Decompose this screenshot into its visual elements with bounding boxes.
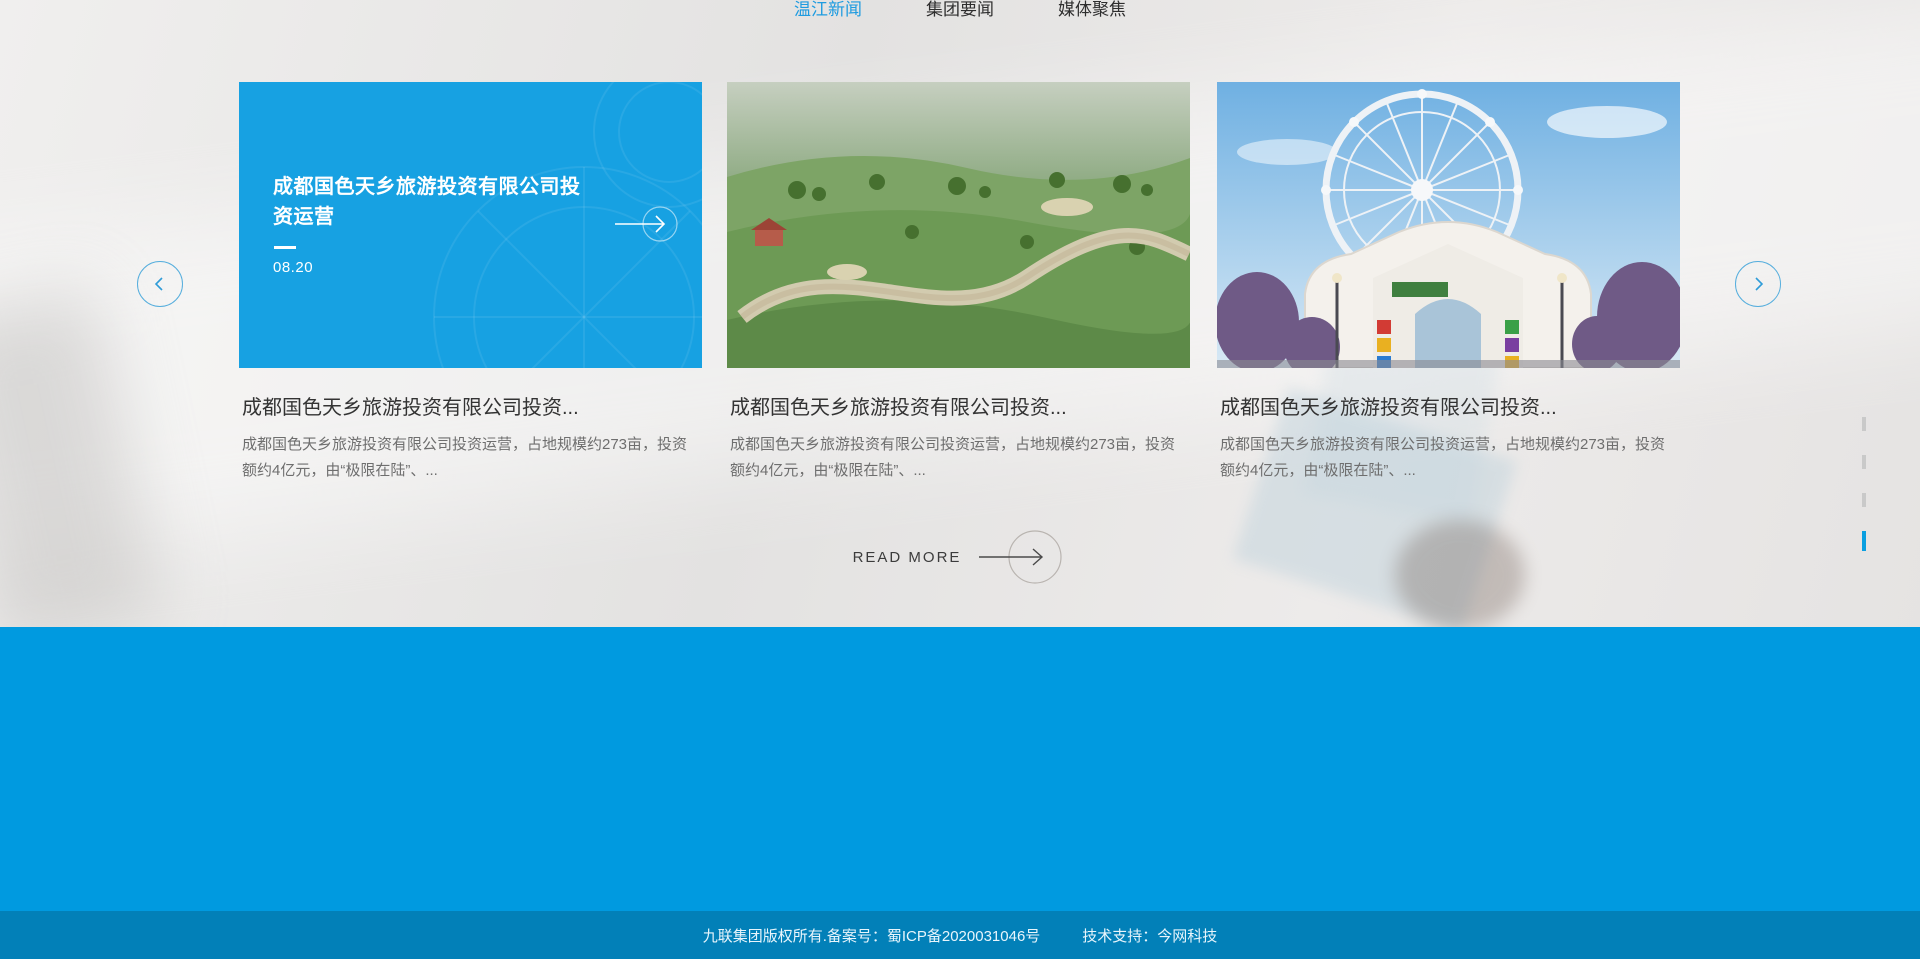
arrow-right-icon[interactable]	[597, 198, 689, 250]
footer: 24小时服务热线 028-00000000 电话：00000000000 邮箱：…	[0, 627, 1920, 911]
featured-card-media: 成都国色天乡旅游投资有限公司投资运营 08.20	[239, 82, 702, 368]
tab-wenjiang-news[interactable]: 温江新闻	[794, 0, 862, 23]
pagination-dash-4-active[interactable]	[1862, 531, 1866, 551]
news-card-photo-ferris-wheel	[1217, 82, 1680, 368]
arrow-right-icon	[971, 527, 1067, 587]
news-card-photo-golf-course	[727, 82, 1190, 368]
read-more-label: READ MORE	[853, 549, 962, 566]
carousel-prev-button[interactable]	[137, 261, 183, 307]
pagination-dash-3[interactable]	[1862, 493, 1866, 507]
background-shade	[0, 286, 163, 654]
tech-support-text: 技术支持：今网科技	[1082, 925, 1217, 946]
news-card[interactable]: 成都国色天乡旅游投资有限公司投资... 成都国色天乡旅游投资有限公司投资运营，占…	[1217, 82, 1680, 484]
chevron-left-icon	[152, 276, 168, 292]
carousel-pagination	[1862, 417, 1866, 551]
page: 温江新闻 集团要闻 媒体聚焦 成都国色天乡旅游投资有限公司投资运营	[0, 0, 1920, 959]
news-card[interactable]: 成都国色天乡旅游投资有限公司投资... 成都国色天乡旅游投资有限公司投资运营，占…	[727, 82, 1190, 484]
news-card-desc: 成都国色天乡旅游投资有限公司投资运营，占地规模约273亩，投资额约4亿元，由“极…	[1220, 432, 1675, 484]
pagination-dash-2[interactable]	[1862, 455, 1866, 469]
read-more-button[interactable]: READ MORE	[0, 527, 1920, 587]
news-card-featured[interactable]: 成都国色天乡旅游投资有限公司投资运营 08.20 成都国色天乡旅游投资有限公司投…	[239, 82, 702, 484]
news-card-title[interactable]: 成都国色天乡旅游投资有限公司投资...	[1220, 391, 1680, 420]
news-card-desc: 成都国色天乡旅游投资有限公司投资运营，占地规模约273亩，投资额约4亿元，由“极…	[730, 432, 1185, 484]
news-card-title[interactable]: 成都国色天乡旅游投资有限公司投资...	[730, 391, 1190, 420]
tab-media-focus[interactable]: 媒体聚焦	[1058, 0, 1126, 23]
featured-title: 成都国色天乡旅游投资有限公司投资运营	[273, 172, 585, 232]
copyright-text: 九联集团版权所有.备案号：蜀ICP备2020031046号	[703, 925, 1041, 946]
news-tabs: 温江新闻 集团要闻 媒体聚焦	[0, 0, 1920, 23]
news-card-title[interactable]: 成都国色天乡旅游投资有限公司投资...	[242, 391, 702, 420]
featured-date: 08.20	[273, 259, 313, 276]
news-card-desc: 成都国色天乡旅游投资有限公司投资运营，占地规模约273亩，投资额约4亿元，由“极…	[242, 432, 697, 484]
copyright-bar: 九联集团版权所有.备案号：蜀ICP备2020031046号 技术支持：今网科技	[0, 911, 1920, 959]
chevron-right-icon	[1750, 276, 1766, 292]
tab-group-news[interactable]: 集团要闻	[926, 0, 994, 23]
pagination-dash-1[interactable]	[1862, 417, 1866, 431]
featured-divider	[274, 246, 296, 249]
carousel-next-button[interactable]	[1735, 261, 1781, 307]
